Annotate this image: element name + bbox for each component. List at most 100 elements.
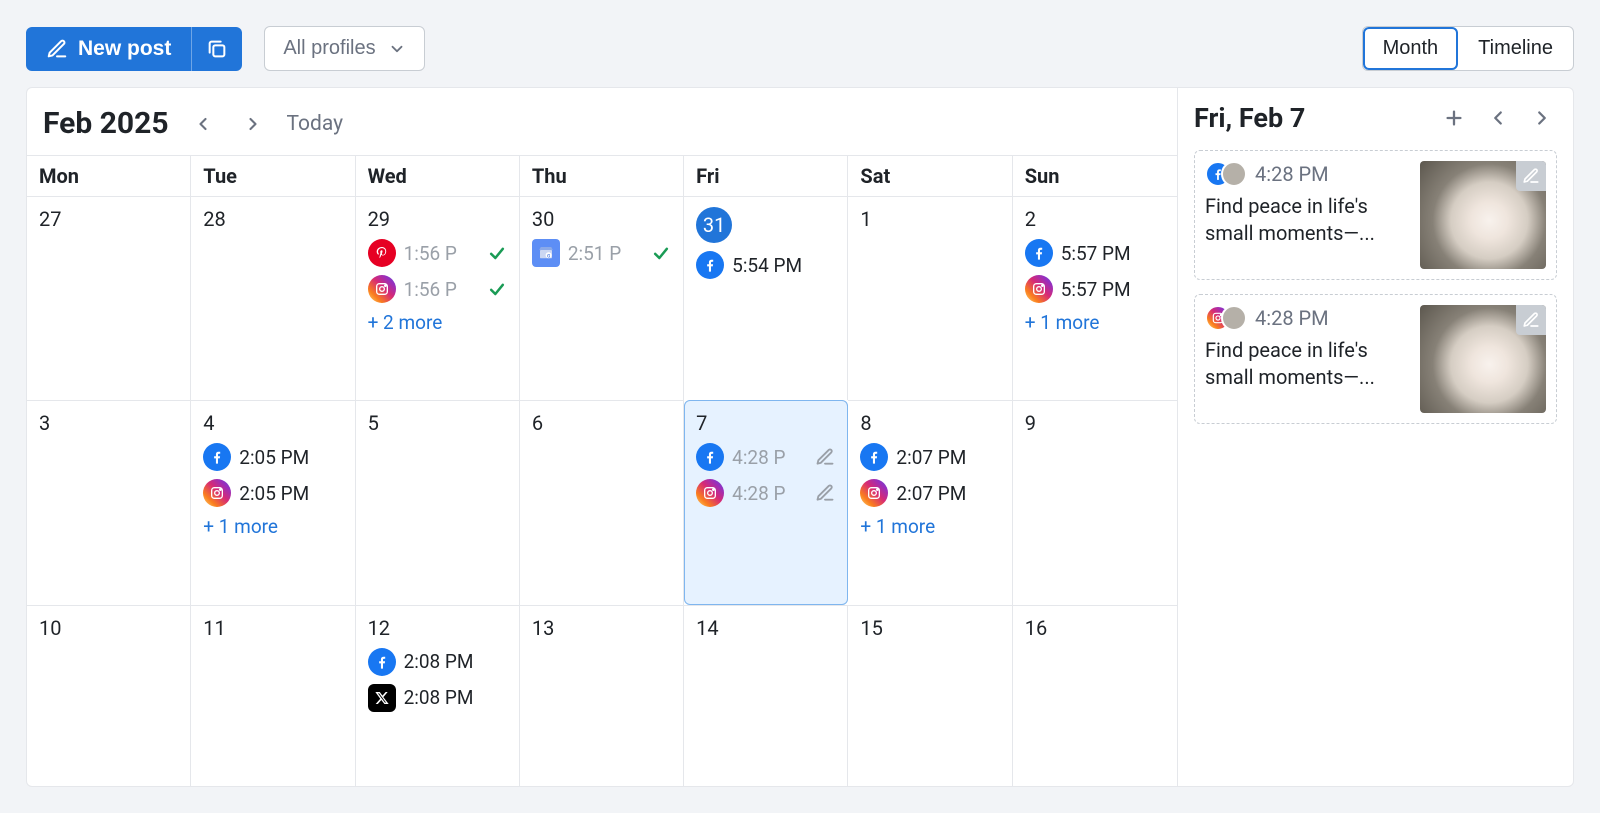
day-cell[interactable]: 10 [27,605,191,786]
day-cell[interactable]: 8 2:07 PM 2:07 PM + 1 more [848,400,1012,604]
event-time: 2:07 PM [896,482,999,505]
day-cell[interactable]: 6 [520,400,684,604]
post-card[interactable]: 4:28 PM Find peace in life's small momen… [1194,150,1557,280]
day-number: 15 [860,616,882,640]
day-cell[interactable]: 13 [520,605,684,786]
avatar-stack [1205,305,1247,331]
day-number: 16 [1025,616,1047,640]
more-events-link[interactable]: + 1 more [1025,311,1165,334]
day-of-week-row: MonTueWedThuFriSatSun [27,155,1177,196]
day-cell[interactable]: 31 5:54 PM [684,196,848,400]
calendar-event[interactable]: 1:56 P [368,239,507,267]
day-number: 12 [368,616,390,640]
calendar-event[interactable]: 1:56 P [368,275,507,303]
pencil-icon [815,483,835,503]
calendar-event[interactable]: 2:05 PM [203,479,342,507]
more-events-link[interactable]: + 1 more [203,515,342,538]
event-time: 2:07 PM [896,446,999,469]
event-time: 4:28 P [732,482,807,505]
calendar-event[interactable]: 2:08 PM [368,648,507,676]
calendar-event[interactable]: 5:57 PM [1025,239,1165,267]
calendar-event[interactable]: 4:28 P [696,443,835,471]
day-cell[interactable]: 11 [191,605,355,786]
event-time: 1:56 P [404,242,479,265]
day-number: 28 [203,207,225,231]
check-icon [487,243,507,263]
calendar-event[interactable]: 2:07 PM [860,479,999,507]
post-time: 4:28 PM [1255,306,1329,330]
pencil-icon [815,447,835,467]
dow-label: Wed [356,155,520,196]
event-time: 2:05 PM [239,446,342,469]
post-time: 4:28 PM [1255,162,1329,186]
day-cell[interactable]: 15 [848,605,1012,786]
day-number: 1 [860,207,871,231]
next-month-button[interactable] [237,108,269,140]
prev-month-button[interactable] [187,108,219,140]
day-number: 29 [368,207,390,231]
dow-label: Tue [191,155,355,196]
calendar-event[interactable]: 5:54 PM [696,251,835,279]
post-text: Find peace in life's small moments—... [1205,337,1410,391]
day-cell[interactable]: 5 [356,400,520,604]
add-post-button[interactable] [1439,103,1469,133]
plus-icon [1443,107,1465,129]
event-time: 1:56 P [404,278,479,301]
day-number: 31 [696,207,732,243]
dow-label: Thu [520,155,684,196]
detail-prev-day-button[interactable] [1483,103,1513,133]
day-number: 8 [860,411,871,435]
calendar-event[interactable]: 2:08 PM [368,684,507,712]
event-time: 2:51 P [568,242,643,265]
day-cell[interactable]: 16 [1013,605,1177,786]
calendar-event[interactable]: 4:28 P [696,479,835,507]
day-number: 9 [1025,411,1036,435]
view-timeline-button[interactable]: Timeline [1458,27,1573,70]
day-number: 4 [203,411,214,435]
more-events-link[interactable]: + 2 more [368,311,507,334]
facebook-icon [368,648,396,676]
day-cell[interactable]: 4 2:05 PM 2:05 PM + 1 more [191,400,355,604]
calendar-event[interactable]: G 2:51 P [532,239,671,267]
more-events-link[interactable]: + 1 more [860,515,999,538]
day-cell[interactable]: 1 [848,196,1012,400]
pinterest-icon [368,239,396,267]
view-month-button[interactable]: Month [1363,27,1459,70]
post-card[interactable]: 4:28 PM Find peace in life's small momen… [1194,294,1557,424]
svg-text:G: G [547,254,550,260]
day-cell[interactable]: 25:57 PM5:57 PM+ 1 more [1013,196,1177,400]
chevron-left-icon [1487,107,1509,129]
day-cell[interactable]: 12 2:08 PM 2:08 PM [356,605,520,786]
event-time: 2:05 PM [239,482,342,505]
avatar-stack [1205,161,1247,187]
calendar-event[interactable]: 5:57 PM [1025,275,1165,303]
day-cell[interactable]: 3 [27,400,191,604]
day-number: 14 [696,616,718,640]
post-thumbnail [1420,161,1546,269]
new-post-more-button[interactable] [191,27,242,71]
day-number: 6 [532,411,543,435]
day-cell[interactable]: 74:28 P4:28 P [684,400,848,604]
pencil-icon [46,38,68,60]
new-post-button[interactable]: New post [26,27,191,71]
day-cell[interactable]: 27 [27,196,191,400]
day-cell[interactable]: 28 [191,196,355,400]
day-cell[interactable]: 14 [684,605,848,786]
today-link[interactable]: Today [287,112,344,136]
day-cell[interactable]: 30G2:51 P [520,196,684,400]
facebook-icon [696,251,724,279]
copy-icon [206,38,228,60]
edit-post-button[interactable] [1516,305,1546,335]
calendar-event[interactable]: 2:07 PM [860,443,999,471]
profiles-dropdown[interactable]: All profiles [264,26,424,71]
day-number: 5 [368,411,379,435]
edit-post-button[interactable] [1516,161,1546,191]
instagram-icon [1025,275,1053,303]
day-cell[interactable]: 29 1:56 P 1:56 P + 2 more [356,196,520,400]
instagram-icon [368,275,396,303]
calendar-event[interactable]: 2:05 PM [203,443,342,471]
x-icon [368,684,396,712]
detail-next-day-button[interactable] [1527,103,1557,133]
day-cell[interactable]: 9 [1013,400,1177,604]
facebook-icon [696,443,724,471]
